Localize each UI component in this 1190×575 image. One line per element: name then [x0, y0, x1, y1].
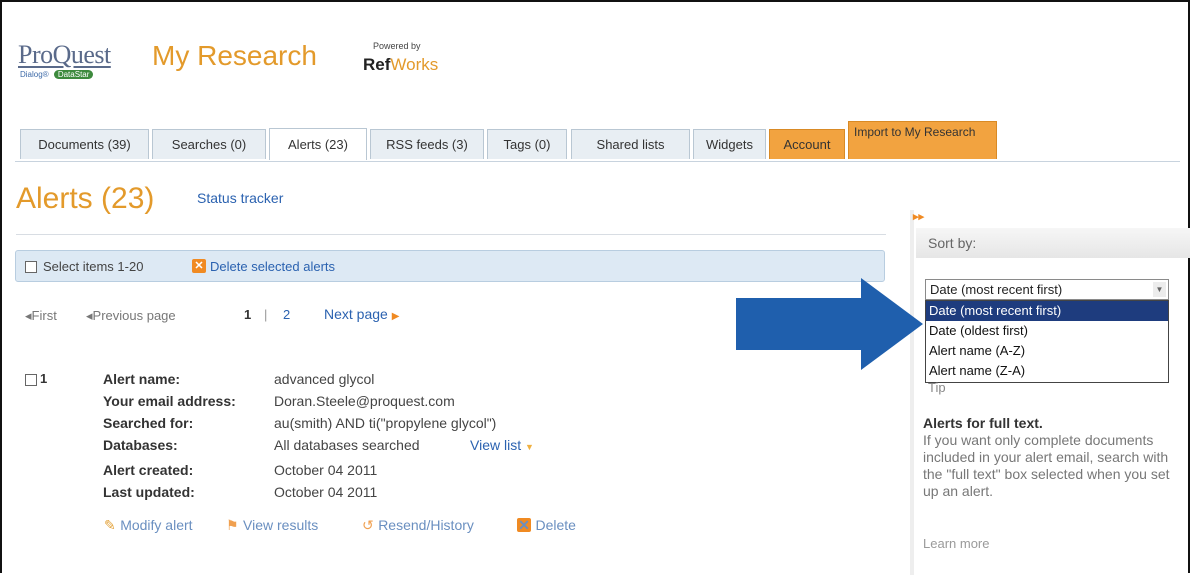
- status-tracker-link[interactable]: Status tracker: [197, 190, 283, 206]
- tab-tags[interactable]: Tags (0): [487, 129, 567, 159]
- last-updated-label: Last updated:: [103, 484, 195, 500]
- tab-widgets[interactable]: Widgets: [693, 129, 766, 159]
- next-page-link[interactable]: Next page ▶: [324, 306, 399, 322]
- pencil-icon: ✎: [104, 517, 116, 533]
- tab-rss-feeds[interactable]: RSS feeds (3): [370, 129, 484, 159]
- select-all-checkbox[interactable]: [25, 261, 37, 273]
- datastar-label: DataStar: [53, 70, 94, 79]
- alert-name-value: advanced glycol: [274, 371, 375, 387]
- proquest-logo-subtitle: Dialog® DataStar: [20, 70, 94, 79]
- learn-more-link[interactable]: Learn more: [923, 536, 989, 551]
- databases-value: All databases searched: [274, 437, 420, 453]
- tip-body: If you want only complete documents incl…: [923, 432, 1170, 499]
- tip-label: Tip: [928, 380, 946, 395]
- delete-icon[interactable]: ✕: [192, 259, 206, 273]
- sort-select[interactable]: Date (most recent first) ▼: [925, 279, 1169, 300]
- refworks-logo: RefWorks: [363, 55, 439, 74]
- tab-account[interactable]: Account: [769, 129, 845, 159]
- view-list-link[interactable]: View list ▼: [470, 437, 534, 453]
- last-updated-value: October 04 2011: [274, 484, 378, 500]
- modify-alert-button[interactable]: ✎ Modify alert: [104, 517, 193, 535]
- tip-title: Alerts for full text.: [923, 415, 1043, 431]
- alert-checkbox[interactable]: [25, 374, 37, 386]
- alert-name-label: Alert name:: [103, 371, 181, 387]
- pointer-arrow-icon: [736, 278, 923, 370]
- first-page-link[interactable]: ◂First: [25, 308, 57, 324]
- chevron-down-icon: ▼: [524, 442, 534, 452]
- delete-icon: ✕: [517, 517, 531, 533]
- databases-label: Databases:: [103, 437, 178, 453]
- delete-selected-button[interactable]: Delete selected alerts: [210, 259, 335, 274]
- flag-icon: ⚑: [226, 517, 239, 533]
- refresh-icon: ↺: [362, 517, 374, 533]
- right-arrow-icon: ▶: [391, 311, 400, 322]
- divider: [16, 234, 886, 235]
- searched-for-label: Searched for:: [103, 415, 194, 431]
- email-label: Your email address:: [103, 393, 236, 409]
- select-items-label[interactable]: Select items 1-20: [43, 259, 143, 274]
- resend-history-button[interactable]: ↺ Resend/History: [362, 517, 474, 535]
- sort-option-date-recent[interactable]: Date (most recent first): [926, 301, 1168, 321]
- page-2-link[interactable]: 2: [283, 307, 290, 322]
- alert-number: 1: [40, 371, 48, 386]
- app-title: My Research: [152, 40, 317, 71]
- sort-option-name-za[interactable]: Alert name (Z-A): [926, 361, 1168, 381]
- tab-bar: Documents (39) Searches (0) Alerts (23) …: [15, 121, 1180, 162]
- tab-searches[interactable]: Searches (0): [152, 129, 266, 159]
- previous-page-link[interactable]: ◂Previous page: [86, 308, 176, 324]
- view-results-button[interactable]: ⚑ View results: [226, 517, 318, 535]
- alert-created-label: Alert created:: [103, 462, 194, 478]
- alert-created-value: October 04 2011: [274, 462, 378, 478]
- sort-by-label: Sort by:: [916, 228, 1190, 258]
- powered-by-label: Powered by: [373, 41, 421, 51]
- page-1-current: 1: [244, 307, 252, 322]
- pager-separator: |: [264, 307, 268, 322]
- sort-select-value: Date (most recent first): [930, 282, 1063, 297]
- delete-alert-button[interactable]: ✕ Delete: [517, 517, 576, 535]
- collapse-sidebar-icon[interactable]: ▸▸: [913, 210, 924, 223]
- searched-for-value: au(smith) AND ti("propylene glycol"): [274, 415, 497, 431]
- sort-option-date-oldest[interactable]: Date (oldest first): [926, 321, 1168, 341]
- tab-shared-lists[interactable]: Shared lists: [571, 129, 690, 159]
- dropdown-arrow-icon[interactable]: ▼: [1153, 282, 1166, 297]
- sidebar-border: [910, 210, 914, 575]
- dialog-label: Dialog: [20, 70, 43, 79]
- tab-import[interactable]: Import to My Research: [848, 121, 997, 159]
- page-title: Alerts (23): [16, 182, 155, 215]
- email-value: Doran.Steele@proquest.com: [274, 393, 455, 409]
- sort-option-name-az[interactable]: Alert name (A-Z): [926, 341, 1168, 361]
- tab-documents[interactable]: Documents (39): [20, 129, 149, 159]
- proquest-logo[interactable]: ProQuest: [18, 40, 111, 70]
- sort-dropdown-list: Date (most recent first) Date (oldest fi…: [925, 300, 1169, 383]
- tab-alerts[interactable]: Alerts (23): [269, 128, 367, 160]
